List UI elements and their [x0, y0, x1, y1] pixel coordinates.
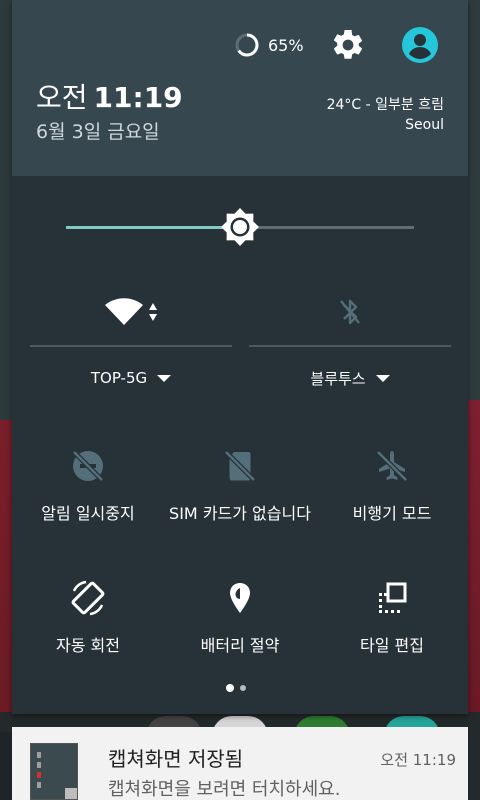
clock-ampm: 오전: [36, 81, 88, 114]
tile-label: SIM 카드가 없습니다: [169, 504, 311, 523]
screenshot-thumbnail: [30, 743, 78, 800]
do-not-disturb-off-icon: [72, 450, 104, 482]
wifi-network-label: TOP-5G: [90, 369, 148, 387]
quick-settings-panel: 65% 오전 11:19 6월 3일 금요일 24°C - 일부분 흐림 Seou…: [12, 0, 468, 714]
settings-button[interactable]: [330, 27, 366, 63]
clock-time: 11:19: [93, 81, 183, 114]
wifi-tile-icon-area[interactable]: [30, 294, 232, 330]
weather-label[interactable]: 24°C - 일부분 흐림: [327, 94, 444, 114]
clock[interactable]: 오전 11:19: [36, 76, 183, 116]
tile-do-not-disturb[interactable]: 알림 일시중지: [12, 446, 164, 524]
brightness-icon: [221, 208, 259, 246]
bluetooth-tile-icon-area[interactable]: [249, 294, 451, 330]
chevron-down-icon: [375, 374, 390, 382]
tile-label: 비행기 모드: [352, 504, 432, 523]
wifi-icon: [105, 298, 143, 325]
tile-label: 타일 편집: [360, 636, 424, 655]
tile-label: 자동 회전: [56, 636, 120, 655]
page-dot: [240, 685, 246, 691]
page-dot-active: [226, 684, 234, 692]
airplane-icon: [376, 450, 408, 482]
gear-icon: [333, 29, 363, 59]
tile-airplane-mode[interactable]: 비행기 모드: [316, 446, 468, 524]
user-account-button[interactable]: [400, 25, 440, 65]
quick-settings-header: 65% 오전 11:19 6월 3일 금요일 24°C - 일부분 흐림 Seou…: [12, 0, 468, 176]
tile-label: 알림 일시중지: [41, 504, 135, 523]
notification-body: 캡쳐화면을 보려면 터치하세요.: [108, 779, 341, 800]
tile-edit-tiles[interactable]: 타일 편집: [316, 578, 468, 656]
edit-tiles-icon: [379, 582, 407, 613]
weather-city: Seoul: [405, 117, 444, 133]
tile-auto-rotate[interactable]: 자동 회전: [12, 578, 164, 656]
battery-indicator[interactable]: 65%: [234, 32, 304, 58]
chevron-down-icon: [157, 374, 172, 382]
brightness-slider-fill: [66, 226, 240, 229]
bluetooth-divider: [249, 345, 451, 347]
bluetooth-tile-dropdown[interactable]: 블루투스: [249, 366, 451, 390]
no-sim-icon: [224, 450, 256, 482]
notification-time: 오전 11:19: [380, 751, 456, 769]
wallpaper-right: [466, 0, 480, 800]
account-icon: [402, 27, 438, 63]
page-indicator[interactable]: [226, 684, 246, 692]
auto-rotate-icon: [71, 580, 105, 616]
date-label[interactable]: 6월 3일 금요일: [36, 117, 160, 144]
wifi-tile-dropdown[interactable]: TOP-5G: [30, 366, 232, 390]
battery-percent: 65%: [268, 35, 304, 55]
battery-saver-icon: [230, 583, 250, 613]
tile-label: 배터리 절약: [200, 636, 280, 655]
tile-sim-card[interactable]: SIM 카드가 없습니다: [164, 446, 316, 524]
notification-title: 캡쳐화면 저장됨: [108, 747, 244, 771]
wifi-divider: [30, 345, 232, 347]
battery-ring-icon: [235, 33, 259, 57]
screenshot-notification[interactable]: 캡쳐화면 저장됨 오전 11:19 캡쳐화면을 보려면 터치하세요.: [12, 727, 468, 800]
data-activity-icon: [149, 303, 157, 321]
tile-battery-saver[interactable]: 배터리 절약: [164, 578, 316, 656]
bluetooth-off-icon: [340, 299, 360, 325]
bluetooth-label: 블루투스: [310, 369, 366, 388]
brightness-thumb[interactable]: [220, 207, 260, 247]
